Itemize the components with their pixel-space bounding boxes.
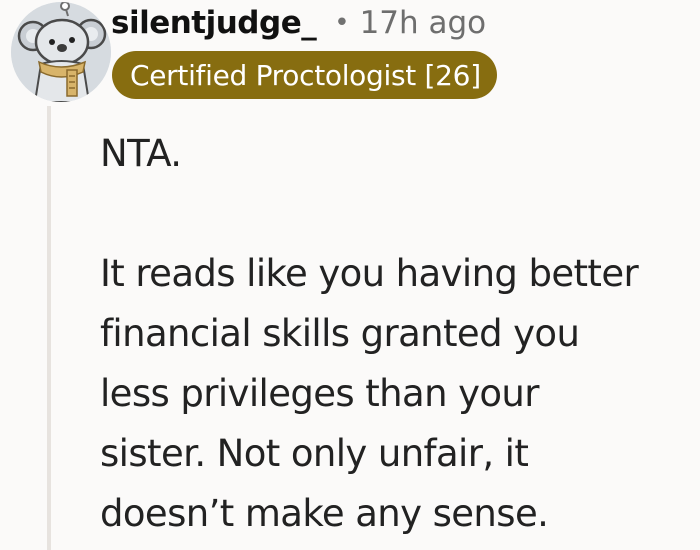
separator-dot: •: [334, 8, 350, 38]
flair-text: Certified Proctologist [26]: [130, 58, 481, 92]
thread-line[interactable]: [47, 106, 51, 550]
comment-header: silentjudge_ • 17h ago: [111, 0, 486, 46]
user-flair: Certified Proctologist [26]: [112, 51, 497, 99]
comment-body: NTA. It reads like you having better fin…: [100, 124, 700, 544]
koala-avatar-icon: [11, 2, 111, 102]
comment: silentjudge_ • 17h ago Certified Proctol…: [0, 0, 700, 550]
user-avatar[interactable]: [11, 2, 111, 102]
comment-paragraph: It reads like you having better financia…: [100, 252, 639, 535]
username-link[interactable]: silentjudge_: [111, 5, 317, 41]
comment-paragraph: NTA.: [100, 132, 182, 175]
timestamp: 17h ago: [359, 5, 487, 41]
